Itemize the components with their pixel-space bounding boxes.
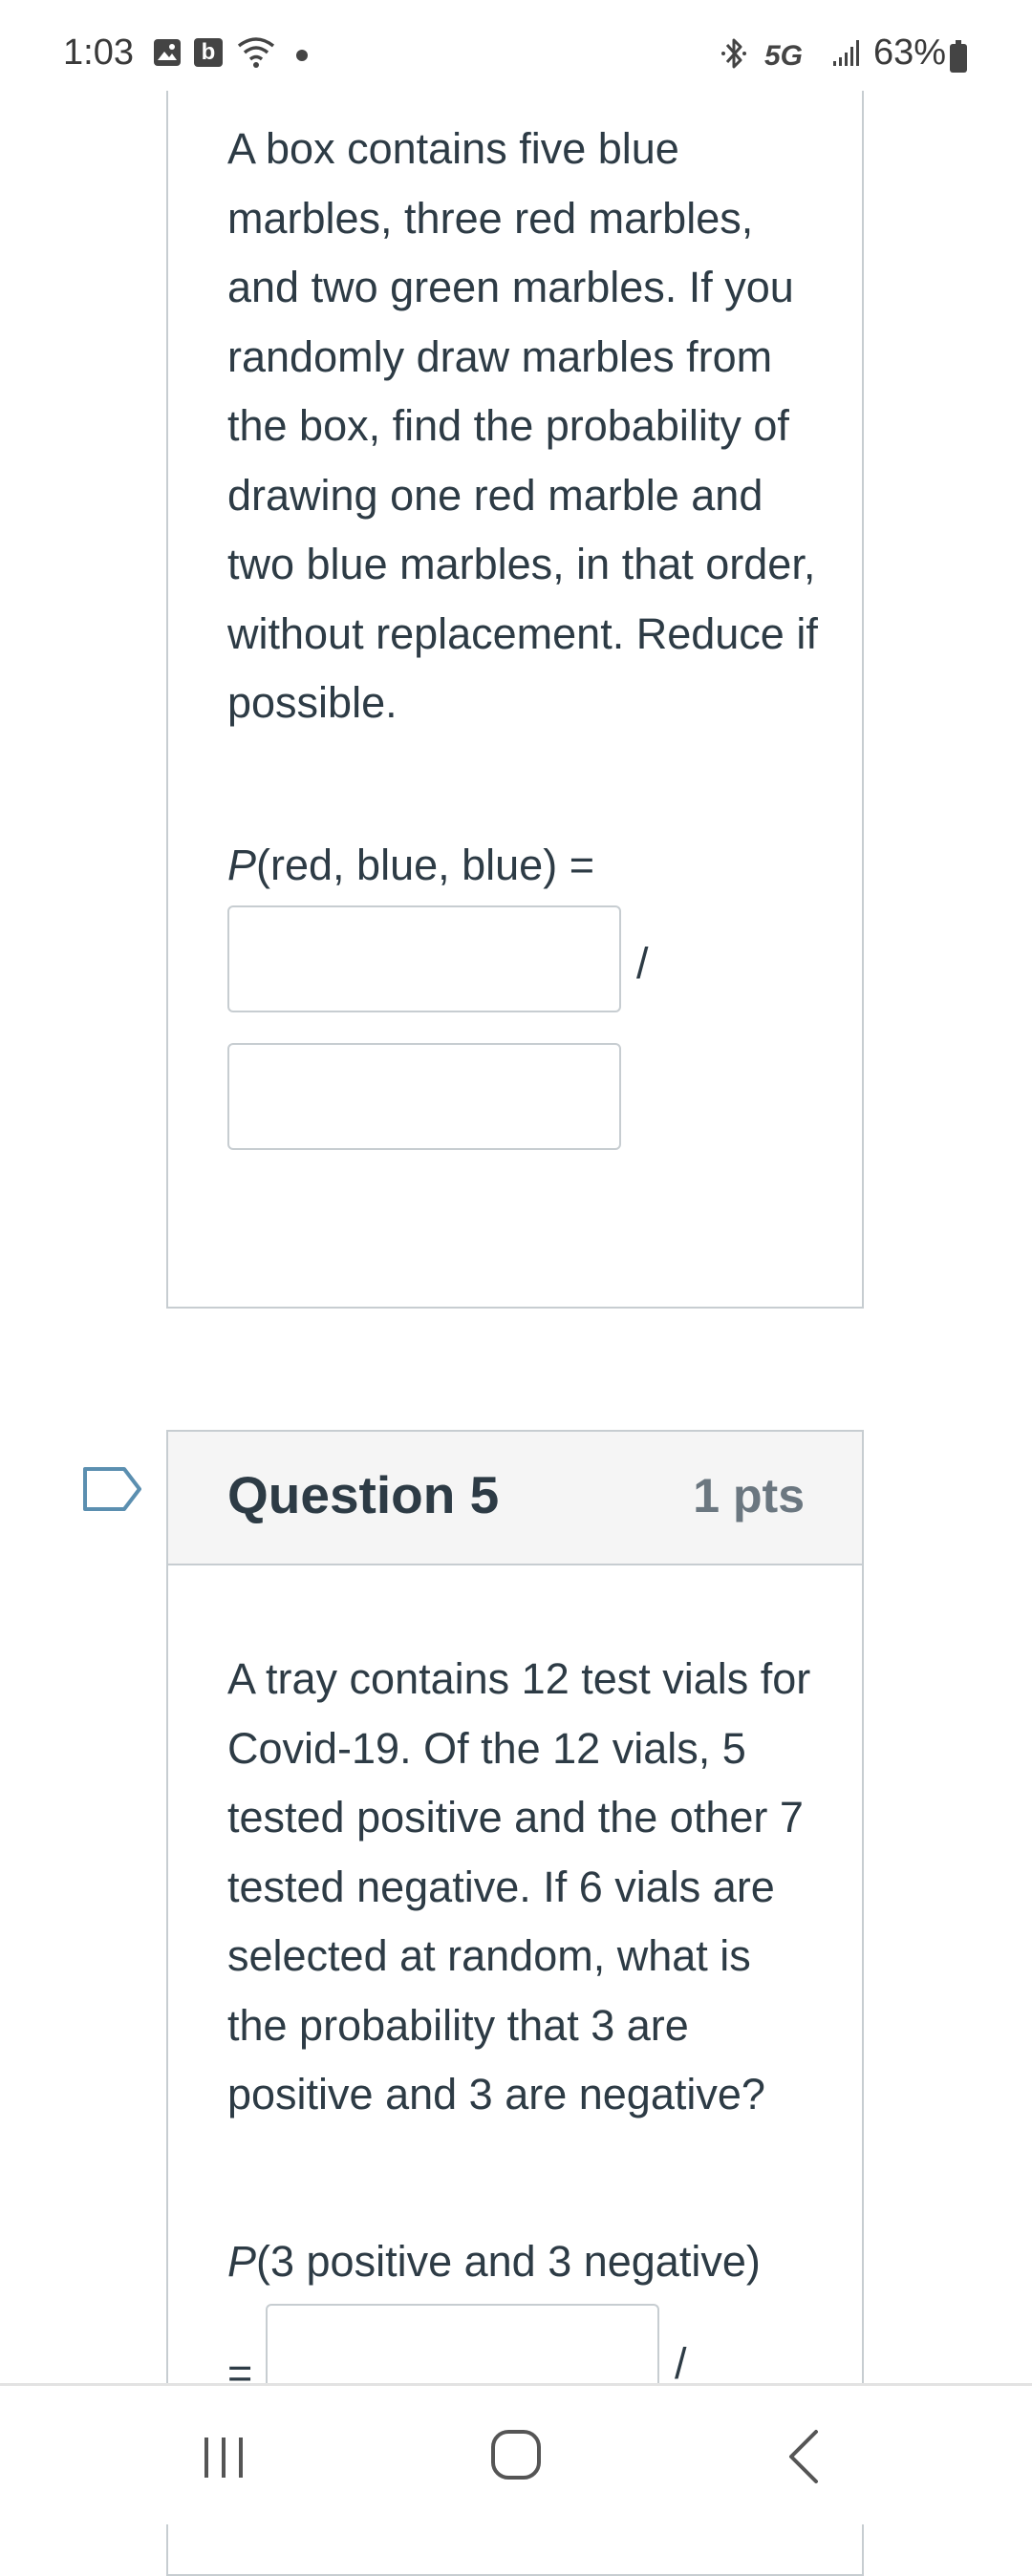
- status-time: 1:03: [63, 32, 134, 73]
- status-bar: 1:03 b 5G 63%: [0, 0, 1032, 105]
- network-type: 5G: [764, 40, 804, 72]
- question-title: Question 5: [227, 1465, 500, 1524]
- question-5-probability-label: P(3 positive and 3 negative): [227, 2237, 761, 2287]
- more-notifications-dot-icon: [296, 50, 308, 61]
- probability-expression: (red, blue, blue) =: [256, 841, 594, 889]
- fraction-slash: /: [675, 2339, 687, 2388]
- home-icon[interactable]: [489, 2428, 543, 2481]
- question-5-header: Question 5 1 pts: [168, 1432, 862, 1565]
- p-symbol: P: [227, 841, 257, 889]
- question-4-text: A box contains five blue marbles, three …: [227, 124, 818, 727]
- battery-percent: 63%: [873, 32, 947, 73]
- flag-question-icon[interactable]: [82, 1466, 143, 1512]
- signal-strength-icon: [833, 40, 859, 66]
- recent-apps-icon[interactable]: [199, 2434, 248, 2481]
- numerator-input[interactable]: [227, 905, 621, 1012]
- probability-expression: (3 positive and 3 negative): [256, 2237, 761, 2286]
- gallery-notification-icon: [154, 39, 181, 66]
- question-4-card: A box contains five blue marbles, three …: [166, 91, 864, 1309]
- b-app-notification-icon: b: [194, 38, 223, 67]
- navigation-bar: [0, 2383, 1032, 2524]
- question-4-probability-label: P(red, blue, blue) =: [227, 841, 594, 890]
- back-icon[interactable]: [785, 2428, 820, 2485]
- question-points: 1 pts: [693, 1469, 805, 1522]
- denominator-input[interactable]: [227, 1043, 621, 1150]
- p-symbol: P: [227, 2237, 257, 2286]
- battery-icon: [950, 40, 967, 73]
- wifi-icon: [237, 37, 275, 68]
- question-5-text: A tray contains 12 test vials for Covid-…: [227, 1654, 811, 2118]
- fraction-slash: /: [636, 939, 649, 988]
- bluetooth-icon: [721, 38, 746, 69]
